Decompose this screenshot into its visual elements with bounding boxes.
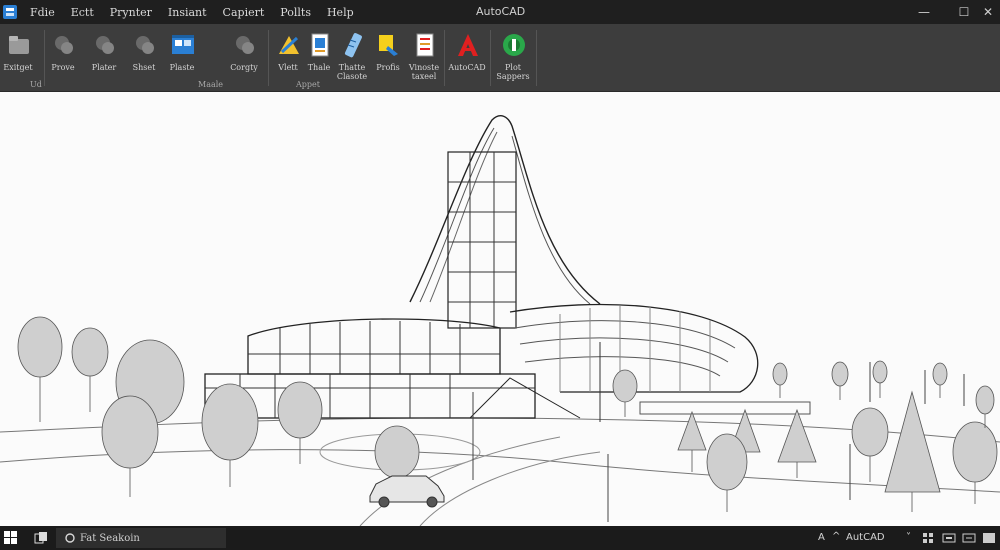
ribbon: Exitget Ud Prove Plater Shset Plaste Maa… (0, 24, 1000, 92)
app-icon[interactable] (2, 4, 18, 20)
tree (884, 390, 941, 512)
menu-printer[interactable]: Prynter (110, 6, 152, 19)
tree (851, 407, 889, 482)
tray-chevron-down-icon[interactable]: ˅ (906, 532, 911, 543)
volume-icon[interactable] (962, 532, 976, 544)
measure-tool-icon (344, 33, 362, 58)
ribbon-separator (536, 30, 537, 86)
tray-chevron-up-icon[interactable]: ^ (832, 531, 840, 542)
search-icon (65, 533, 75, 543)
car (369, 475, 445, 508)
ribbon-group-label: Ud (30, 80, 42, 89)
autocad-label: AutoCAD (448, 63, 486, 72)
plot-button[interactable]: Plot Sappers (489, 30, 537, 81)
layers-icon (236, 36, 254, 54)
vinoste-label: Vinoste taxeel (408, 63, 440, 81)
tree (777, 408, 817, 478)
tree (975, 385, 995, 428)
menu-insert[interactable]: Insiant (168, 6, 207, 19)
autocad-window: Fdie Ectt Prynter Insiant Capiert Pollts… (0, 0, 1000, 550)
folder-icon (9, 36, 29, 54)
plot-globe-icon (503, 34, 525, 56)
ribbon-group-label: Maale (198, 80, 224, 89)
minimize-button[interactable]: — (908, 0, 940, 24)
tree (612, 369, 638, 417)
window-icon (172, 35, 194, 54)
report-icon (416, 33, 434, 57)
vinoste-button[interactable]: Vinoste taxeel (400, 30, 448, 81)
plaste-button[interactable]: Plaste (158, 30, 206, 78)
search-text: Fat Seakoin (80, 532, 140, 544)
tray-label: A (818, 532, 825, 543)
architectural-sketch (0, 115, 1000, 526)
windows-start-icon[interactable] (4, 531, 18, 545)
taskbar-search[interactable]: Fat Seakoin (56, 528, 226, 548)
railing (639, 401, 811, 415)
highlighter-icon (379, 35, 398, 56)
tree (101, 395, 159, 497)
tree (831, 361, 849, 400)
ribbon-group-label: Appet (296, 80, 320, 89)
window-title: AutoCAD (476, 5, 526, 18)
task-view-icon[interactable] (34, 531, 48, 545)
layers-icon (136, 36, 154, 54)
layers-icon (55, 36, 73, 54)
settings-icon[interactable] (922, 532, 934, 544)
tower (409, 115, 601, 329)
menu-file[interactable]: Fdie (30, 6, 55, 19)
corgty-button[interactable]: Corgty (220, 30, 268, 78)
menu-edit[interactable]: Ectt (71, 6, 94, 19)
autocad-button[interactable]: AutoCAD (443, 30, 491, 78)
tree (277, 381, 323, 464)
tree (201, 383, 259, 487)
tree (706, 433, 748, 512)
menu-capture[interactable]: Capiert (223, 6, 265, 19)
tree (872, 360, 888, 398)
layers-icon (96, 36, 114, 54)
rotunda-building (204, 318, 601, 422)
tree (932, 362, 948, 398)
corgty-label: Corgty (230, 63, 258, 72)
tray-app-name[interactable]: AutCAD (846, 532, 885, 543)
plot-label: Plot Sappers (496, 63, 530, 81)
drawing-viewport[interactable] (0, 92, 1000, 526)
tree (71, 327, 109, 412)
menu-plots[interactable]: Pollts (280, 6, 311, 19)
title-bar: Fdie Ectt Prynter Insiant Capiert Pollts… (0, 0, 1000, 24)
close-button[interactable]: ✕ (972, 0, 1000, 24)
exitget-label: Exitget (3, 63, 33, 72)
taskbar: Fat Seakoin A ^ AutCAD ˅ (0, 526, 1000, 550)
notification-icon[interactable] (982, 532, 996, 544)
tree (772, 362, 788, 398)
autocad-logo-icon (458, 34, 478, 56)
exitget-button[interactable]: Exitget (0, 30, 42, 78)
tree (17, 316, 63, 422)
network-icon[interactable] (942, 532, 956, 544)
menu-help[interactable]: Help (327, 6, 354, 19)
plaste-label: Plaste (169, 63, 195, 72)
